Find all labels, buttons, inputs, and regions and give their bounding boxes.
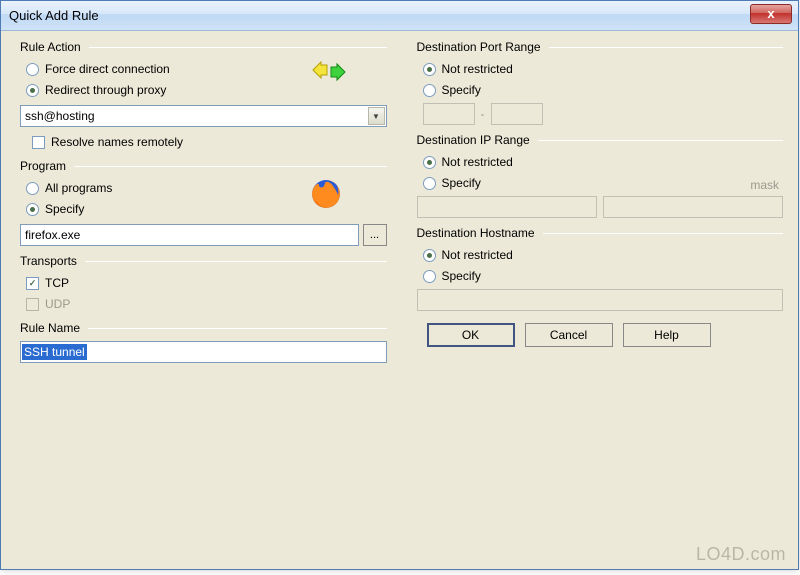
dialog-window: Quick Add Rule x Rule Action Force direc… — [0, 0, 799, 570]
divider — [74, 166, 386, 167]
program-section: Program All programs Specify — [20, 159, 387, 246]
program-specify-label: Specify — [45, 202, 84, 216]
firefox-icon — [309, 177, 343, 214]
rule-name-section: Rule Name SSH tunnel — [20, 321, 387, 363]
checkbox-icon — [32, 136, 45, 149]
port-specify-label: Specify — [442, 83, 481, 97]
close-button[interactable]: x — [750, 4, 792, 24]
ip-specify-label: Specify — [442, 176, 481, 190]
hostname-specify-label: Specify — [442, 269, 481, 283]
transports-section: Transports TCP UDP — [20, 254, 387, 313]
client-area: Rule Action Force direct connection Redi… — [4, 32, 795, 566]
left-column: Rule Action Force direct connection Redi… — [20, 40, 387, 556]
hostname-specify-radio[interactable]: Specify — [423, 267, 784, 285]
ip-range-section: Destination IP Range Not restricted Spec… — [417, 133, 784, 218]
force-direct-label: Force direct connection — [45, 62, 170, 76]
port-to-input — [491, 103, 543, 125]
radio-icon — [423, 249, 436, 262]
rule-action-header: Rule Action — [20, 40, 81, 54]
ip-not-restricted-label: Not restricted — [442, 155, 513, 169]
port-not-restricted-label: Not restricted — [442, 62, 513, 76]
udp-label: UDP — [45, 297, 70, 311]
window-title: Quick Add Rule — [9, 8, 99, 23]
port-not-restricted-radio[interactable]: Not restricted — [423, 60, 784, 78]
divider — [549, 47, 783, 48]
divider — [538, 140, 783, 141]
help-label: Help — [654, 328, 679, 342]
divider — [89, 47, 387, 48]
radio-icon — [26, 203, 39, 216]
port-from-input — [423, 103, 475, 125]
close-icon: x — [767, 6, 774, 21]
hostname-section: Destination Hostname Not restricted Spec… — [417, 226, 784, 311]
browse-button[interactable]: ... — [363, 224, 387, 246]
tcp-checkbox[interactable]: TCP — [26, 274, 387, 292]
chevron-down-icon: ▼ — [368, 107, 385, 125]
rule-action-section: Rule Action Force direct connection Redi… — [20, 40, 387, 151]
button-row: OK Cancel Help — [417, 323, 784, 347]
udp-checkbox: UDP — [26, 295, 387, 313]
radio-icon — [26, 84, 39, 97]
ip-specify-radio[interactable]: Specify — [423, 174, 784, 192]
program-input[interactable]: firefox.exe — [20, 224, 359, 246]
divider — [543, 233, 783, 234]
radio-icon — [423, 270, 436, 283]
resolve-remote-checkbox[interactable]: Resolve names remotely — [32, 133, 387, 151]
radio-icon — [423, 63, 436, 76]
ip-not-restricted-radio[interactable]: Not restricted — [423, 153, 784, 171]
ok-label: OK — [462, 328, 479, 342]
checkbox-icon — [26, 298, 39, 311]
checkbox-icon — [26, 277, 39, 290]
browse-label: ... — [370, 229, 379, 241]
transports-header: Transports — [20, 254, 77, 268]
divider — [85, 261, 387, 262]
proxy-value: ssh@hosting — [25, 109, 95, 123]
help-button[interactable]: Help — [623, 323, 711, 347]
tcp-label: TCP — [45, 276, 69, 290]
cancel-button[interactable]: Cancel — [525, 323, 613, 347]
ip-input — [417, 196, 597, 218]
cancel-label: Cancel — [550, 328, 587, 342]
redirect-proxy-label: Redirect through proxy — [45, 83, 166, 97]
redirect-proxy-radio[interactable]: Redirect through proxy — [26, 81, 387, 99]
right-column: Destination Port Range Not restricted Sp… — [417, 40, 784, 556]
proxy-arrows-icon — [311, 60, 347, 82]
radio-icon — [423, 156, 436, 169]
radio-icon — [26, 182, 39, 195]
mask-label: mask — [750, 178, 779, 192]
program-value: firefox.exe — [25, 228, 80, 242]
port-range-section: Destination Port Range Not restricted Sp… — [417, 40, 784, 125]
rule-name-input[interactable]: SSH tunnel — [20, 341, 387, 363]
all-programs-label: All programs — [45, 181, 112, 195]
rule-name-value: SSH tunnel — [22, 344, 87, 360]
program-header: Program — [20, 159, 66, 173]
resolve-remote-label: Resolve names remotely — [51, 135, 183, 149]
hostname-not-restricted-radio[interactable]: Not restricted — [423, 246, 784, 264]
radio-icon — [423, 177, 436, 190]
port-sep: - — [481, 107, 485, 121]
hostname-not-restricted-label: Not restricted — [442, 248, 513, 262]
radio-icon — [26, 63, 39, 76]
radio-icon — [423, 84, 436, 97]
titlebar[interactable]: Quick Add Rule x — [1, 1, 798, 31]
port-range-header: Destination Port Range — [417, 40, 541, 54]
ok-button[interactable]: OK — [427, 323, 515, 347]
rule-name-header: Rule Name — [20, 321, 80, 335]
proxy-combo[interactable]: ssh@hosting ▼ — [20, 105, 387, 127]
hostname-header: Destination Hostname — [417, 226, 535, 240]
divider — [88, 328, 386, 329]
port-specify-radio[interactable]: Specify — [423, 81, 784, 99]
mask-input — [603, 196, 783, 218]
hostname-input — [417, 289, 784, 311]
ip-range-header: Destination IP Range — [417, 133, 530, 147]
